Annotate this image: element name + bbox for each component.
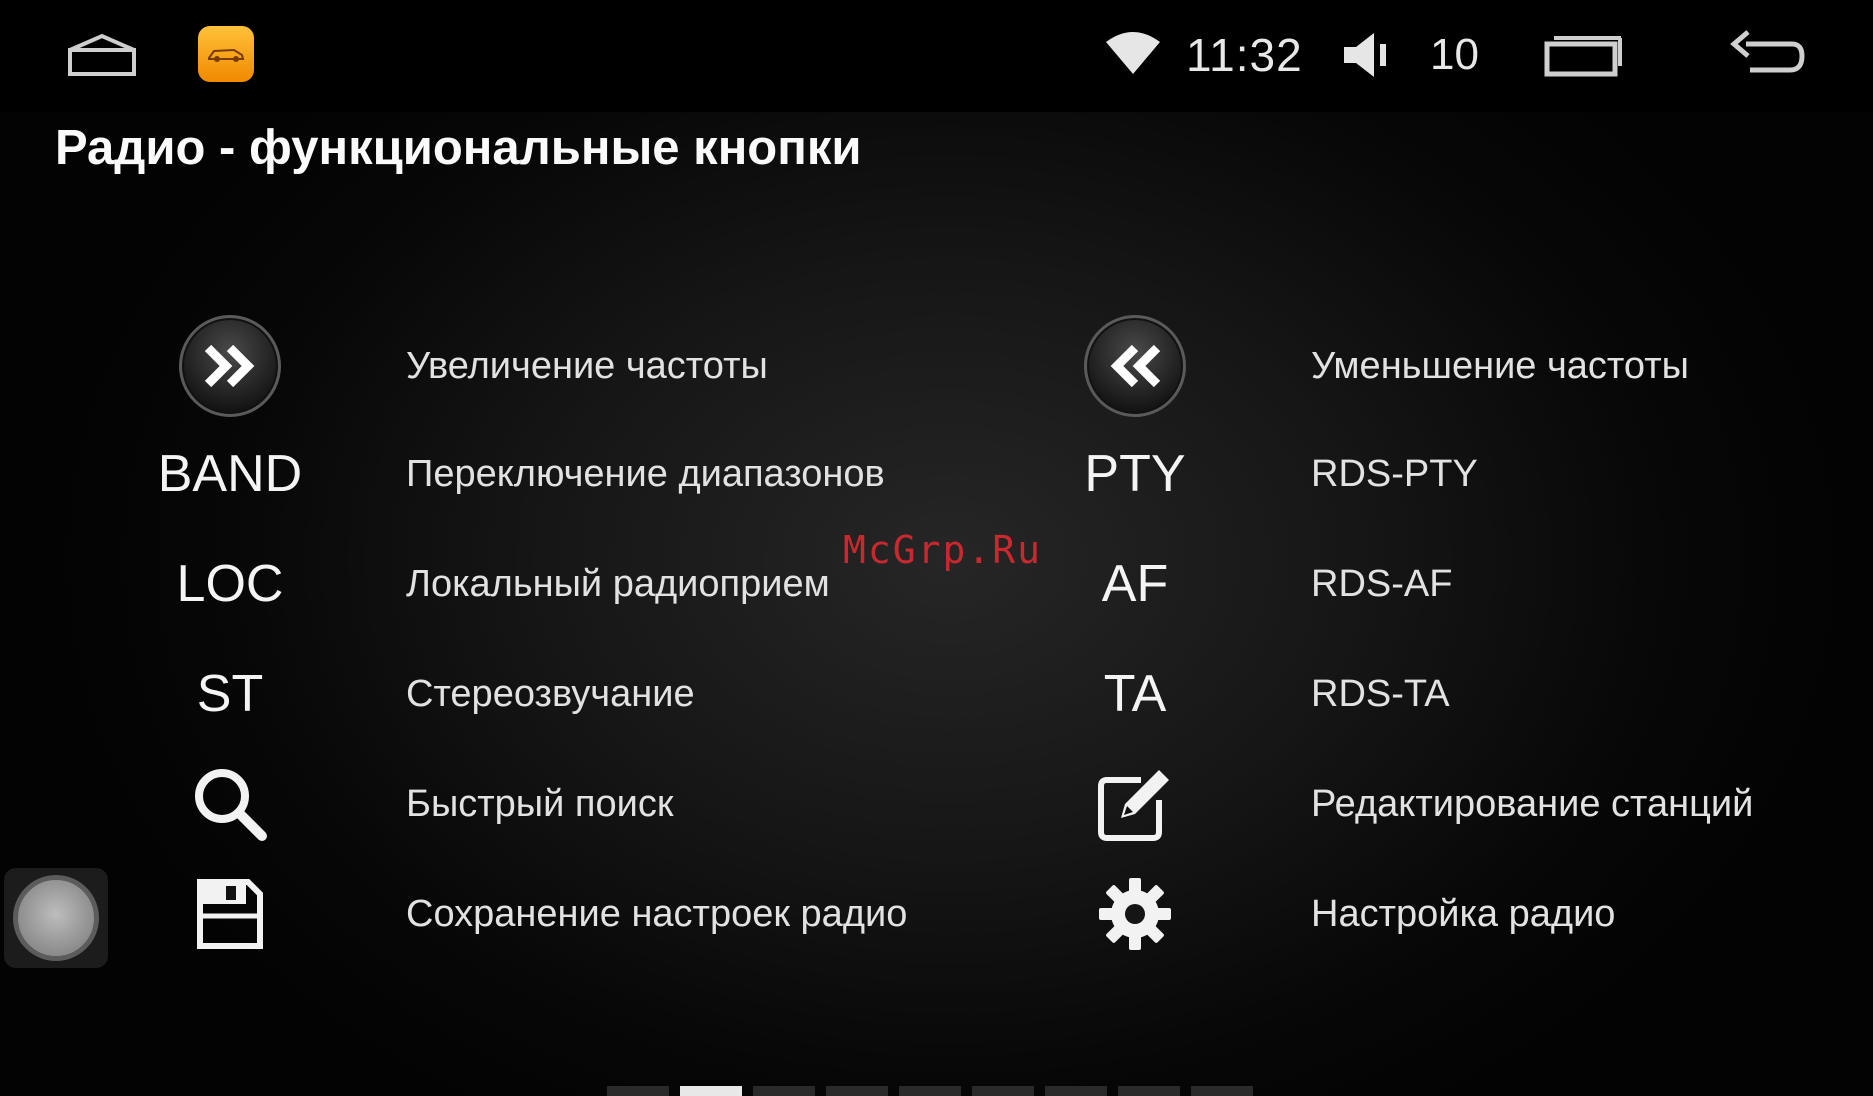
page-indicator-dot[interactable]: [753, 1086, 815, 1096]
legend-description: Увеличение частоты: [406, 344, 768, 387]
legend-description: Редактирование станций: [1311, 782, 1754, 825]
loc-label: LOC: [176, 555, 284, 613]
save-icon: [155, 864, 305, 964]
st-label: ST: [196, 665, 264, 723]
page-indicator: [607, 1086, 1253, 1096]
legend-description: RDS-AF: [1311, 562, 1453, 605]
page-indicator-dot[interactable]: [680, 1086, 742, 1096]
rewind-icon: [1060, 315, 1210, 417]
status-bar: 11:32 10: [0, 0, 1873, 112]
page-indicator-dot[interactable]: [1191, 1086, 1253, 1096]
floating-button-knob: [13, 875, 99, 961]
page-indicator-dot[interactable]: [607, 1086, 669, 1096]
search-icon: [155, 754, 305, 854]
volume-level: 10: [1430, 30, 1479, 79]
clock: 11:32: [1186, 29, 1303, 81]
gear-icon: [1060, 864, 1210, 964]
legend-description: Настройка радио: [1311, 892, 1616, 935]
page-title: Радио - функциональные кнопки: [55, 121, 862, 175]
home-icon[interactable]: [66, 32, 138, 78]
recents-icon[interactable]: [1544, 34, 1624, 78]
legend-description: Стереозвучание: [406, 672, 695, 715]
back-icon[interactable]: [1726, 30, 1806, 78]
page-indicator-dot[interactable]: [972, 1086, 1034, 1096]
page-indicator-dot[interactable]: [1045, 1086, 1107, 1096]
legend-description: RDS-TA: [1311, 672, 1450, 715]
watermark: McGrp.Ru: [843, 528, 1043, 572]
legend-description: Сохранение настроек радио: [406, 892, 908, 935]
ta-label: TA: [1103, 665, 1167, 723]
page-indicator-dot[interactable]: [826, 1086, 888, 1096]
legend-description: Локальный радиоприем: [406, 562, 830, 605]
page-indicator-dot[interactable]: [1118, 1086, 1180, 1096]
legend-description: Уменьшение частоты: [1311, 344, 1689, 387]
band-label: BAND: [157, 445, 303, 503]
legend-description: Переключение диапазонов: [406, 452, 885, 495]
legend-description: Быстрый поиск: [406, 782, 674, 825]
legend-description: RDS-PTY: [1311, 452, 1478, 495]
af-label: AF: [1101, 555, 1169, 613]
car-app-icon[interactable]: [198, 26, 254, 82]
floating-assistive-button[interactable]: [4, 868, 108, 968]
pty-label: PTY: [1084, 445, 1186, 503]
page-indicator-dot[interactable]: [899, 1086, 961, 1096]
radio-help-screen: 11:32 10 Радио - функциональные кнопки У…: [0, 0, 1873, 1096]
fast-forward-icon: [155, 315, 305, 417]
volume-icon[interactable]: [1342, 30, 1396, 80]
edit-icon: [1060, 754, 1210, 854]
wifi-icon: [1104, 30, 1162, 76]
